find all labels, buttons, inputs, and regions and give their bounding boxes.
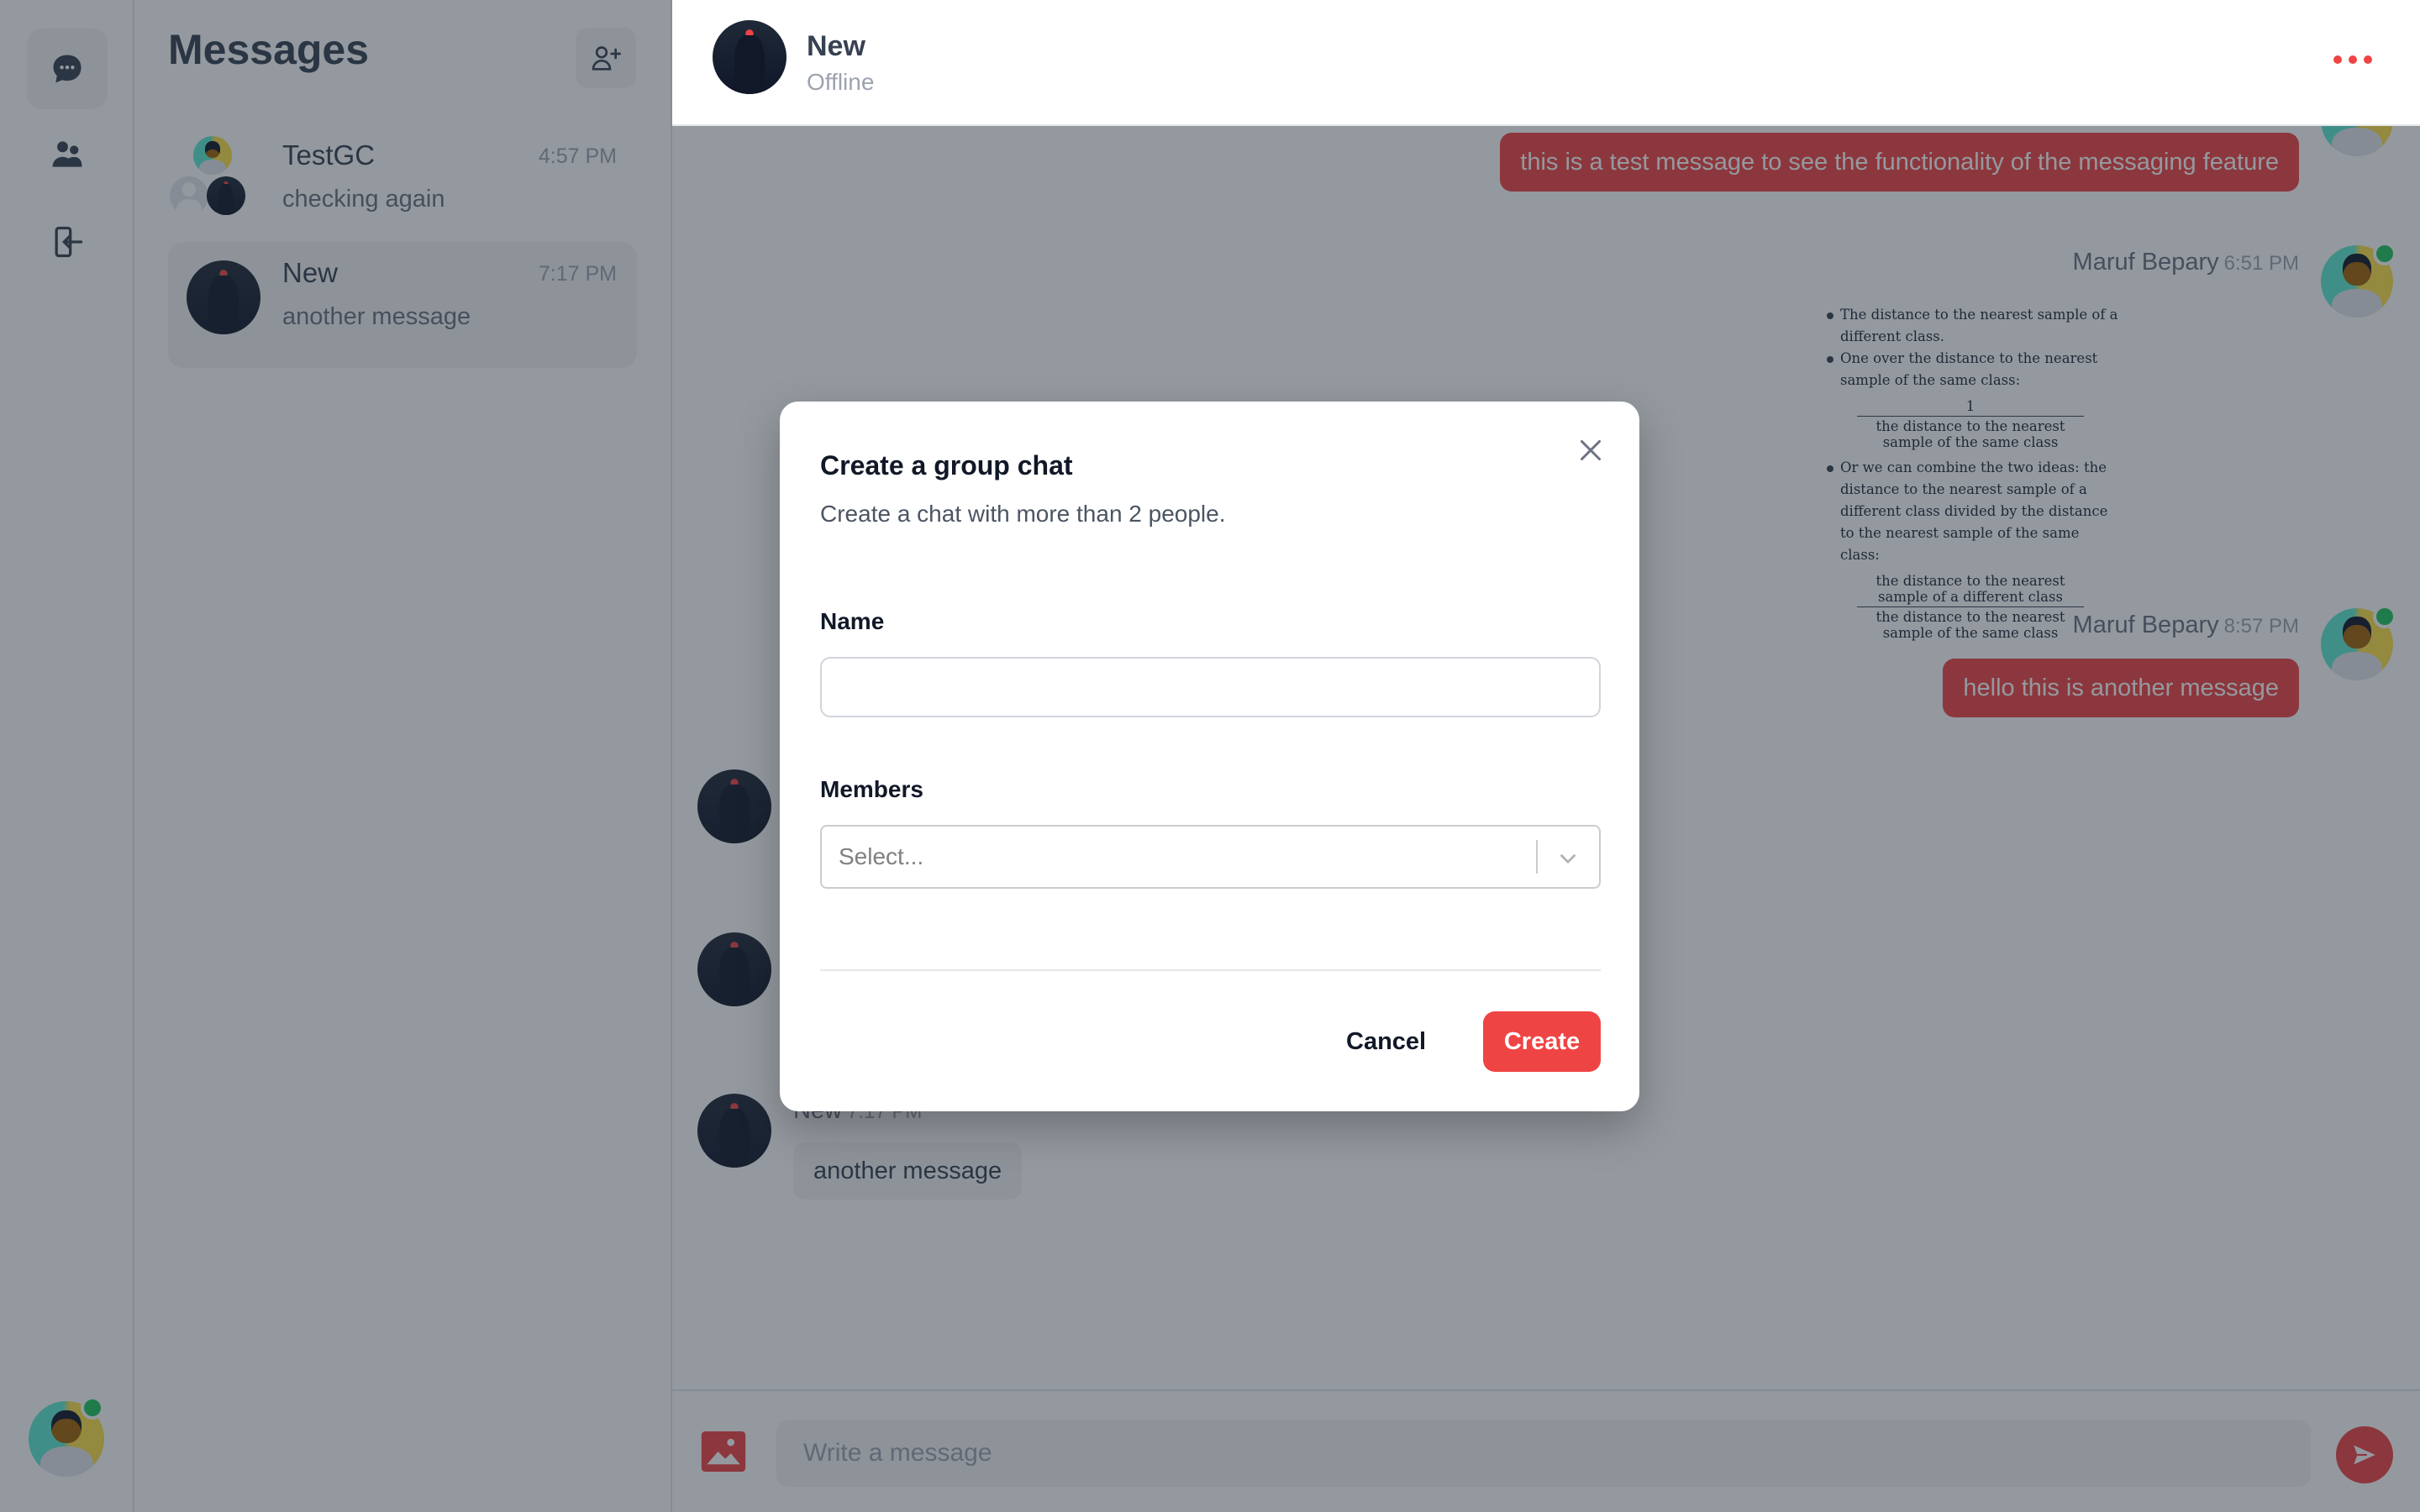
create-group-modal: Create a group chat Create a chat with m… [780,402,1639,1111]
ellipsis-dot [2364,55,2372,64]
modal-description: Create a chat with more than 2 people. [820,501,1226,527]
chevron-down-icon [1560,853,1576,864]
more-options-button[interactable] [2328,47,2378,72]
members-select[interactable]: Select... [820,825,1601,889]
close-icon [1581,440,1601,460]
close-button[interactable] [1574,433,1607,467]
contact-status: Offline [807,69,875,95]
create-button[interactable]: Create [1483,1011,1601,1072]
dropdown-toggle[interactable] [1551,842,1585,875]
modal-divider [820,969,1601,971]
modal-title: Create a group chat [820,450,1073,480]
cancel-button[interactable]: Cancel [1331,1011,1441,1072]
members-placeholder: Select... [839,843,924,869]
contact-avatar[interactable] [713,20,786,94]
name-label: Name [820,608,885,634]
ellipsis-icon [2333,55,2342,64]
contact-name: New [807,30,865,62]
group-name-input[interactable] [820,657,1601,717]
ellipsis-dot [2349,55,2357,64]
chat-header-mask: New Offline [672,0,2420,126]
members-label: Members [820,776,923,802]
indicator-separator [1536,840,1538,874]
